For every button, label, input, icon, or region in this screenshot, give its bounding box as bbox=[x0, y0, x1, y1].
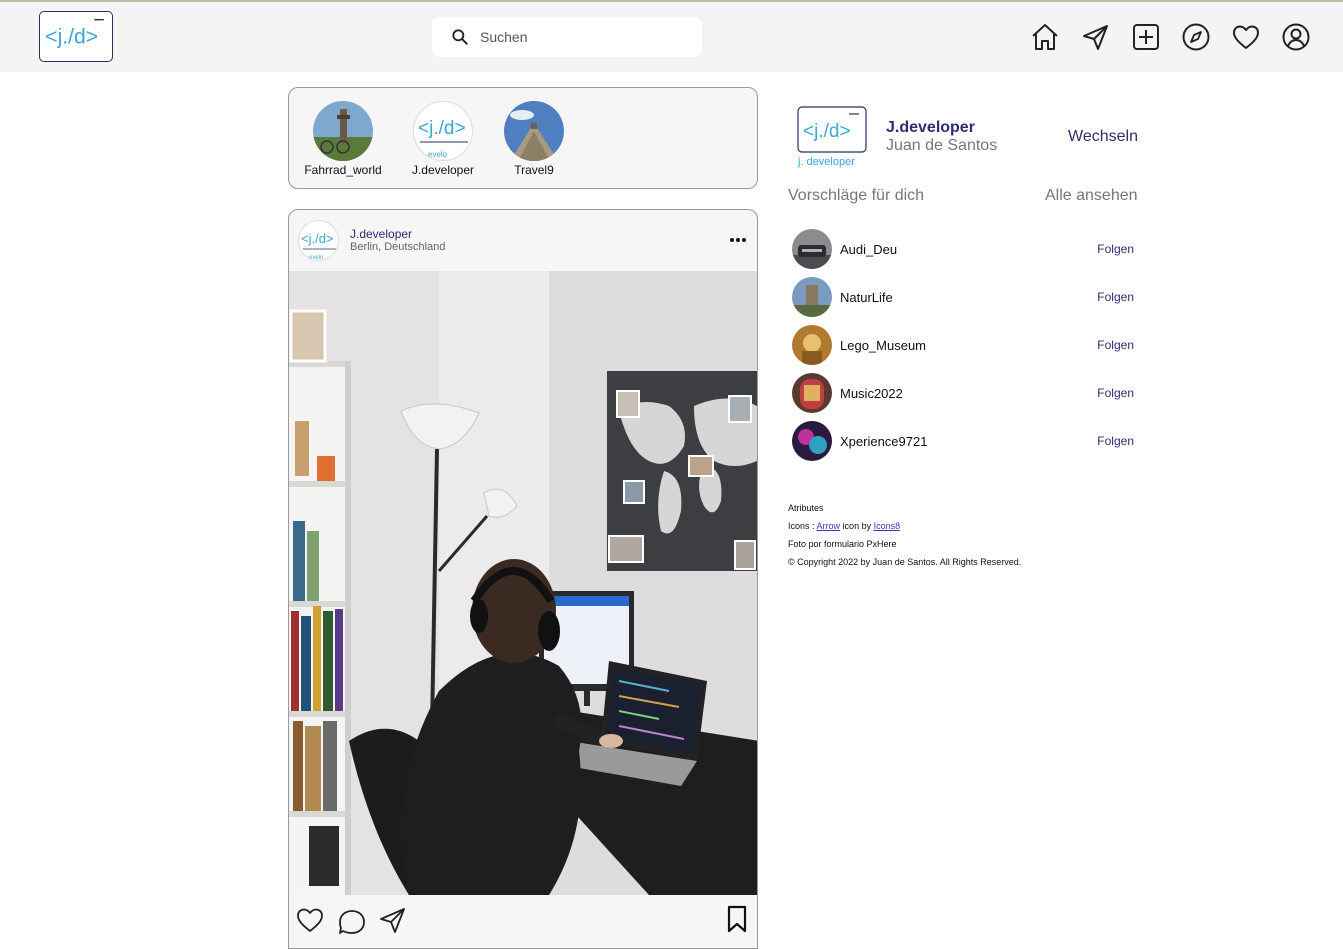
copyright-text: © Copyright 2022 by Juan de Santos. All … bbox=[788, 557, 1022, 567]
send-icon bbox=[1083, 25, 1108, 50]
follow-button[interactable]: Folgen bbox=[1097, 290, 1134, 304]
switch-account-button[interactable]: Wechseln bbox=[1068, 128, 1138, 146]
search-icon bbox=[452, 29, 468, 45]
story-avatar bbox=[313, 101, 373, 161]
credits-section: Atributes Icons : Arrow icon by Icons8 F… bbox=[788, 499, 1021, 571]
post-location[interactable]: Berlin, Deutschland bbox=[350, 241, 445, 253]
post-actions bbox=[289, 895, 757, 948]
follow-button[interactable]: Folgen bbox=[1097, 242, 1134, 256]
story-avatar bbox=[504, 101, 564, 161]
suggestion-avatar[interactable] bbox=[792, 421, 832, 461]
post-image[interactable] bbox=[289, 271, 757, 895]
svg-text:evelo: evelo bbox=[309, 255, 324, 261]
logo-text: <j./d> bbox=[45, 26, 98, 49]
share-icon bbox=[380, 908, 405, 933]
profile-button[interactable] bbox=[1279, 20, 1313, 54]
top-navigation-bar: <j./d> bbox=[0, 0, 1343, 72]
suggestion-avatar[interactable] bbox=[792, 373, 832, 413]
credits-heading: Atributes bbox=[788, 503, 824, 513]
like-icon bbox=[297, 908, 323, 932]
suggestion-name[interactable]: Audi_Deu bbox=[840, 242, 897, 257]
suggestion-item: Xperience9721 Folgen bbox=[792, 421, 1138, 461]
story-avatar: <j./d> evelo bbox=[413, 101, 473, 161]
more-icon bbox=[730, 238, 746, 242]
post-options-button[interactable] bbox=[728, 232, 748, 248]
svg-text:<j./d>: <j./d> bbox=[301, 231, 334, 246]
suggestion-name[interactable]: Xperience9721 bbox=[840, 434, 927, 449]
suggestion-name[interactable]: Lego_Museum bbox=[840, 338, 926, 353]
story-name: Fahrrad_world bbox=[304, 163, 382, 177]
story-name: Travel9 bbox=[514, 163, 554, 177]
feed-post: <j./d> evelo J.developer Berlin, Deutsch… bbox=[288, 209, 758, 949]
credits-icons-mid: icon by bbox=[842, 521, 872, 531]
suggestion-item: Lego_Museum Folgen bbox=[792, 325, 1138, 365]
follow-button[interactable]: Folgen bbox=[1097, 434, 1134, 448]
profile-username[interactable]: J.developer bbox=[886, 119, 975, 137]
arrow-credit-link[interactable]: Arrow bbox=[817, 521, 841, 531]
svg-text:j. developer: j. developer bbox=[797, 156, 855, 168]
heart-icon bbox=[1233, 25, 1259, 49]
suggestions-title: Vorschläge für dich bbox=[788, 187, 925, 204]
suggestion-item: NaturLife Folgen bbox=[792, 277, 1138, 317]
story-item[interactable]: <j./d> evelo J.developer bbox=[398, 101, 488, 177]
stories-bar: Fahrrad_world <j./d> evelo J.developer T… bbox=[288, 87, 758, 189]
svg-text:evelo: evelo bbox=[428, 150, 448, 159]
like-button[interactable] bbox=[295, 905, 325, 935]
home-button[interactable] bbox=[1028, 20, 1062, 54]
explore-icon bbox=[1182, 23, 1210, 51]
credits-photo: Foto por formulario PxHere bbox=[788, 539, 897, 549]
profile-icon bbox=[1282, 23, 1310, 51]
suggestion-name[interactable]: NaturLife bbox=[840, 290, 893, 305]
story-item[interactable]: Travel9 bbox=[489, 101, 579, 177]
activity-button[interactable] bbox=[1229, 20, 1263, 54]
explore-button[interactable] bbox=[1179, 20, 1213, 54]
suggestion-avatar[interactable] bbox=[792, 325, 832, 365]
post-avatar[interactable]: <j./d> evelo bbox=[298, 220, 339, 261]
app-logo[interactable]: <j./d> bbox=[39, 11, 113, 62]
comment-icon bbox=[339, 910, 365, 934]
home-icon bbox=[1032, 24, 1058, 50]
direct-messages-button[interactable] bbox=[1078, 20, 1112, 54]
search-bar[interactable] bbox=[432, 17, 702, 57]
story-name: J.developer bbox=[411, 163, 475, 177]
suggestion-avatar[interactable] bbox=[792, 277, 832, 317]
comment-button[interactable] bbox=[337, 907, 367, 937]
search-input[interactable] bbox=[480, 29, 680, 45]
new-post-button[interactable] bbox=[1129, 20, 1163, 54]
share-button[interactable] bbox=[377, 905, 407, 935]
suggestion-name[interactable]: Music2022 bbox=[840, 386, 903, 401]
profile-avatar[interactable]: <j./d> j. developer bbox=[797, 106, 867, 168]
logo-graphic: <j./d> bbox=[45, 18, 104, 49]
post-header: <j./d> evelo J.developer Berlin, Deutsch… bbox=[289, 210, 757, 271]
suggestion-item: Audi_Deu Folgen bbox=[792, 229, 1138, 269]
post-username[interactable]: J.developer bbox=[350, 227, 412, 241]
credits-icons-prefix: Icons : bbox=[788, 521, 815, 531]
svg-text:<j./d>: <j./d> bbox=[418, 118, 466, 139]
story-item[interactable]: Fahrrad_world bbox=[298, 101, 388, 177]
save-button[interactable] bbox=[722, 904, 752, 934]
suggestion-avatar[interactable] bbox=[792, 229, 832, 269]
svg-text:<j./d>: <j./d> bbox=[803, 121, 851, 142]
see-all-link[interactable]: Alle ansehen bbox=[1045, 187, 1138, 205]
bookmark-icon bbox=[727, 905, 747, 933]
icons8-link[interactable]: Icons8 bbox=[874, 521, 901, 531]
follow-button[interactable]: Folgen bbox=[1097, 386, 1134, 400]
suggestion-item: Music2022 Folgen bbox=[792, 373, 1138, 413]
credits-icons-line: Icons : Arrow icon by Icons8 bbox=[788, 517, 1021, 535]
follow-button[interactable]: Folgen bbox=[1097, 338, 1134, 352]
profile-full-name: Juan de Santos bbox=[886, 137, 998, 154]
add-icon bbox=[1133, 24, 1159, 50]
